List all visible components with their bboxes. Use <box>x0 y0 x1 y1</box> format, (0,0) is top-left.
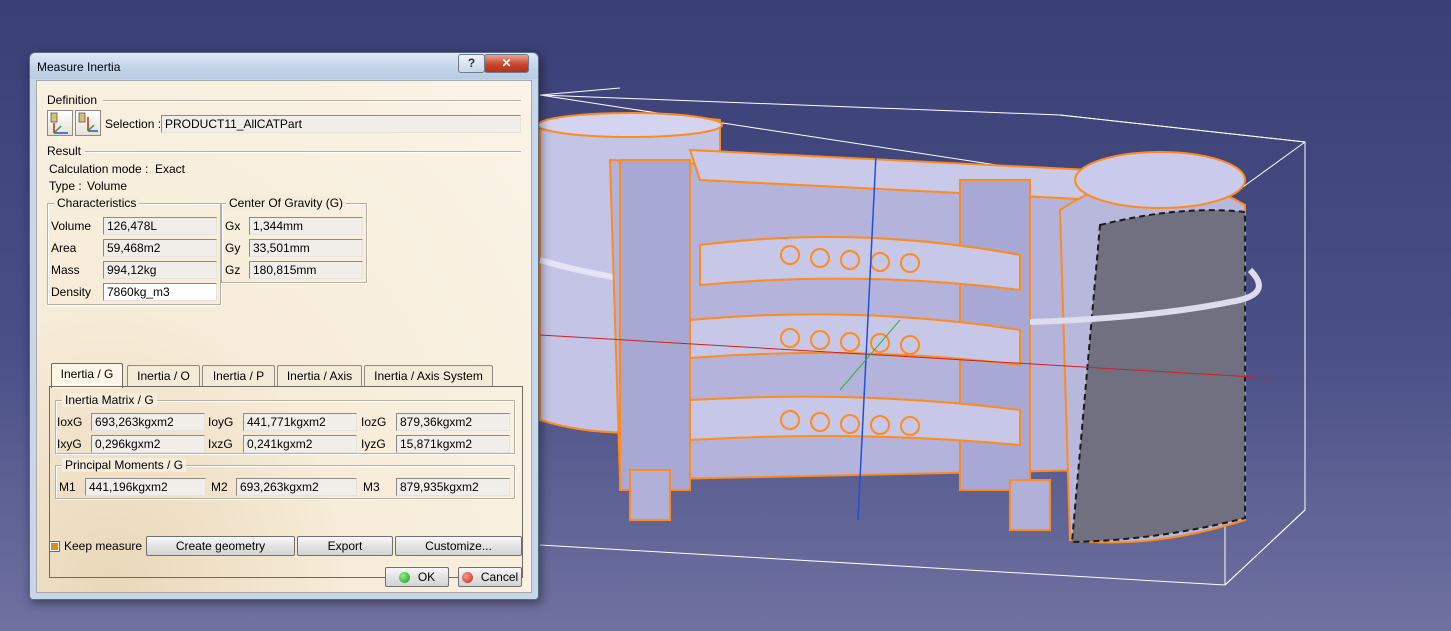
gz-field[interactable]: 180,815mm <box>249 261 363 279</box>
ok-icon <box>398 572 410 583</box>
principal-moments-title: Principal Moments / G <box>62 458 187 472</box>
stacked-beams <box>689 236 1021 447</box>
volume-field[interactable]: 126,478L <box>103 217 217 235</box>
tab-inertia-o[interactable]: Inertia / O <box>127 365 200 387</box>
mass-field[interactable]: 994,12kg <box>103 261 217 279</box>
tab-inertia-axis-system[interactable]: Inertia / Axis System <box>364 365 493 387</box>
ixzg-label: IxzG <box>208 437 233 451</box>
area-field[interactable]: 59,468m2 <box>103 239 217 257</box>
selection-mode-glyph <box>50 112 68 134</box>
inertia-matrix-title: Inertia Matrix / G <box>62 393 157 407</box>
gy-label: Gy <box>225 241 241 255</box>
ok-label: OK <box>417 570 436 584</box>
density-label: Density <box>51 285 92 299</box>
mass-label: Mass <box>51 263 80 277</box>
other-axis-glyph <box>78 112 98 132</box>
inertia-tabs: Inertia / G Inertia / O Inertia / P Iner… <box>49 363 521 388</box>
help-button[interactable]: ? <box>458 54 485 73</box>
iyzg-label: IyzG <box>361 437 386 451</box>
result-label: Result <box>47 144 82 158</box>
ixyg-label: IxyG <box>57 437 82 451</box>
characteristics-title: Characteristics <box>54 196 140 210</box>
ixyg-field[interactable]: 0,296kgxm2 <box>91 435 205 453</box>
calc-mode-label: Calculation mode : <box>49 162 149 176</box>
close-icon: ✕ <box>501 56 512 70</box>
volume-label: Volume <box>51 219 92 233</box>
keep-measure-checkbox[interactable] <box>49 541 60 552</box>
iyzg-field[interactable]: 15,871kgxm2 <box>396 435 510 453</box>
dialog-title: Measure Inertia <box>37 60 121 74</box>
ok-button[interactable]: OK <box>385 567 449 587</box>
definition-label: Definition <box>47 93 98 107</box>
gy-field[interactable]: 33,501mm <box>249 239 363 257</box>
cancel-label: Cancel <box>480 570 519 584</box>
m3-label: M3 <box>363 480 380 494</box>
type-value: Volume <box>87 179 128 193</box>
tab-inertia-axis[interactable]: Inertia / Axis <box>277 365 362 387</box>
create-geometry-button[interactable]: Create geometry <box>146 536 295 556</box>
m2-field[interactable]: 693,263kgxm2 <box>236 478 357 496</box>
customize-button[interactable]: Customize... <box>395 536 522 556</box>
selection-mode-icon[interactable] <box>47 110 73 136</box>
m3-field[interactable]: 879,935kgxm2 <box>396 478 510 496</box>
ioyg-label: IoyG <box>208 415 234 429</box>
density-field[interactable]: 7860kg_m3 <box>103 283 217 301</box>
tab-inertia-p[interactable]: Inertia / P <box>202 365 275 387</box>
tab-inertia-g[interactable]: Inertia / G <box>51 363 123 388</box>
result-divider <box>85 151 521 153</box>
m2-label: M2 <box>211 480 228 494</box>
close-button[interactable]: ✕ <box>484 54 529 73</box>
dialog-client-area: Definition Selection : PRODUCT11_AllCATP… <box>36 80 532 593</box>
ioxg-label: IoxG <box>57 415 83 429</box>
gx-label: Gx <box>225 219 241 233</box>
gx-field[interactable]: 1,344mm <box>249 217 363 235</box>
cancel-icon <box>461 572 473 583</box>
selection-label: Selection : <box>105 117 162 131</box>
ixzg-field[interactable]: 0,241kgxm2 <box>243 435 357 453</box>
right-drum <box>1029 151 1262 544</box>
ioyg-field[interactable]: 441,771kgxm2 <box>243 413 357 431</box>
m1-label: M1 <box>59 480 76 494</box>
export-button[interactable]: Export <box>297 536 393 556</box>
cog-title: Center Of Gravity (G) <box>226 196 347 210</box>
cancel-button[interactable]: Cancel <box>458 567 522 587</box>
gz-label: Gz <box>225 263 241 277</box>
definition-divider <box>103 100 521 102</box>
ioxg-field[interactable]: 693,263kgxm2 <box>91 413 205 431</box>
measure-inertia-dialog: Measure Inertia ? ✕ Definition Selection… <box>29 52 539 600</box>
keep-measure-label: Keep measure <box>64 539 143 553</box>
dialog-titlebar[interactable]: Measure Inertia ? ✕ <box>30 53 538 79</box>
area-label: Area <box>51 241 77 255</box>
calc-mode-value: Exact <box>155 162 186 176</box>
type-label: Type : <box>49 179 82 193</box>
other-axis-icon[interactable] <box>75 110 101 136</box>
iozg-label: IozG <box>361 415 387 429</box>
selection-field[interactable]: PRODUCT11_AllCATPart <box>161 115 521 133</box>
iozg-field[interactable]: 879,36kgxm2 <box>396 413 510 431</box>
m1-field[interactable]: 441,196kgxm2 <box>85 478 206 496</box>
